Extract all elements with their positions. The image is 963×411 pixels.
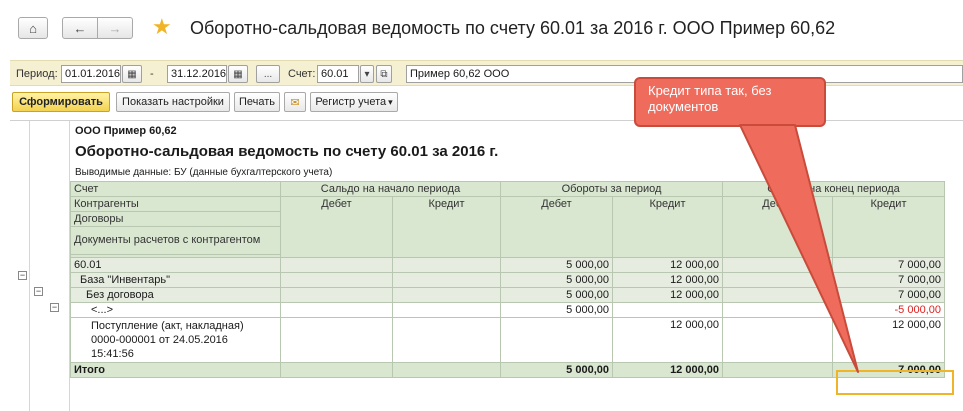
chevron-down-icon: ▾	[364, 68, 370, 80]
row-name: Поступление (акт, накладная) 0000-000001…	[70, 317, 281, 363]
turn-credit-cell: 12 000,00	[612, 287, 723, 303]
table-row[interactable]: Без договора 5 000,00 12 000,00 7 000,00	[70, 287, 945, 303]
close-credit-cell: -5 000,00	[832, 302, 945, 318]
tree-gutter	[10, 121, 70, 411]
turn-credit-cell	[612, 302, 723, 318]
header-account: Счет	[70, 181, 281, 197]
calendar-from-button[interactable]: ▦	[122, 65, 142, 83]
report-organization: ООО Пример 60,62	[75, 125, 177, 137]
close-credit-cell: 7 000,00	[832, 287, 945, 303]
turn-credit-cell: 12 000,00	[612, 272, 723, 288]
report-data-shown: Выводимые данные: БУ (данные бухгалтерск…	[75, 167, 333, 178]
collapse-toggle-icon[interactable]: −	[18, 271, 27, 280]
doc-line: Поступление (акт, накладная)	[91, 320, 244, 332]
period-from-field[interactable]: 01.01.2016	[61, 65, 121, 83]
table-row[interactable]: 60.01 5 000,00 12 000,00 7 000,00	[70, 257, 945, 273]
header-close-credit: Кредит	[832, 196, 945, 258]
back-button[interactable]: ←	[62, 17, 98, 39]
grid-divider	[29, 121, 30, 411]
header-close-debit: Дебет	[722, 196, 833, 258]
report-table: Счет Сальдо на начало периода Обороты за…	[70, 181, 945, 378]
arrow-left-icon: ←	[73, 20, 87, 36]
report-title: Оборотно-сальдовая ведомость по счету 60…	[75, 143, 499, 160]
period-label: Период:	[16, 68, 58, 80]
account-open-button[interactable]: ⧉	[376, 65, 392, 83]
table-row[interactable]: Поступление (акт, накладная) 0000-000001…	[70, 317, 945, 363]
forward-button[interactable]: →	[97, 17, 133, 39]
header-opening: Сальдо на начало периода	[280, 181, 501, 197]
generate-button[interactable]: Сформировать	[12, 92, 110, 112]
header-turn-credit: Кредит	[612, 196, 723, 258]
row-name: 60.01	[70, 257, 281, 273]
header-docs: Документы расчетов с контрагентом	[70, 226, 281, 255]
turn-debit-cell: 5 000,00	[500, 272, 613, 288]
calendar-icon: ▦	[127, 68, 137, 80]
favorite-star-icon[interactable]: ★	[152, 14, 172, 40]
close-credit-cell: 7 000,00	[832, 257, 945, 273]
email-button[interactable]: ✉	[284, 92, 306, 112]
period-dash: -	[150, 68, 154, 80]
print-button[interactable]: Печать	[234, 92, 280, 112]
total-label: Итого	[70, 362, 281, 378]
table-row[interactable]: <...> 5 000,00 -5 000,00	[70, 302, 945, 318]
account-label: Счет:	[288, 68, 316, 80]
table-row[interactable]: База "Инвентарь" 5 000,00 12 000,00 7 00…	[70, 272, 945, 288]
register-button[interactable]: Регистр учета ▾	[310, 92, 398, 112]
turn-debit-cell: 5 000,00	[500, 257, 613, 273]
row-name: База "Инвентарь"	[70, 272, 281, 288]
total-turn-debit: 5 000,00	[500, 362, 613, 378]
register-label: Регистр учета	[315, 96, 387, 108]
account-dropdown-button[interactable]: ▾	[360, 65, 374, 83]
home-icon: ⌂	[29, 20, 37, 36]
show-settings-button[interactable]: Показать настройки	[116, 92, 230, 112]
arrow-right-icon: →	[108, 20, 122, 36]
turn-credit-cell: 12 000,00	[612, 257, 723, 273]
turn-credit-cell: 12 000,00	[612, 317, 723, 363]
collapse-toggle-icon[interactable]: −	[34, 287, 43, 296]
turn-debit-cell	[500, 317, 613, 363]
page-title: Оборотно-сальдовая ведомость по счету 60…	[190, 18, 836, 38]
header-turn-debit: Дебет	[500, 196, 613, 258]
calendar-icon: ▦	[233, 68, 243, 80]
header-turnover: Обороты за период	[500, 181, 723, 197]
total-turn-credit: 12 000,00	[612, 362, 723, 378]
row-name: <...>	[70, 302, 281, 318]
report-area[interactable]: ООО Пример 60,62 Оборотно-сальдовая ведо…	[10, 120, 963, 411]
envelope-icon: ✉	[290, 96, 300, 109]
annotation-callout: Кредит типа так, без документов	[634, 77, 826, 127]
turn-debit-cell: 5 000,00	[500, 287, 613, 303]
period-select-button[interactable]: ...	[256, 65, 280, 83]
turn-debit-cell: 5 000,00	[500, 302, 613, 318]
calendar-to-button[interactable]: ▦	[228, 65, 248, 83]
collapse-toggle-icon[interactable]: −	[50, 303, 59, 312]
header-open-credit: Кредит	[392, 196, 501, 258]
period-to-field[interactable]: 31.12.2016	[167, 65, 227, 83]
total-row[interactable]: Итого 5 000,00 12 000,00 7 000,00	[70, 362, 945, 378]
close-credit-cell: 7 000,00	[832, 272, 945, 288]
header-row: Контрагенты Дебет Кредит Дебет Кредит Де…	[70, 196, 945, 258]
header-counterparty: Контрагенты	[70, 196, 281, 212]
header-contracts: Договоры	[70, 211, 281, 227]
doc-line: 15:41:56	[91, 348, 134, 360]
header-closing: Сальдо на конец периода	[722, 181, 945, 197]
close-credit-cell: 12 000,00	[832, 317, 945, 363]
doc-line: 0000-000001 от 24.05.2016	[91, 334, 228, 346]
home-button[interactable]: ⌂	[18, 17, 48, 39]
account-field[interactable]: 60.01	[317, 65, 359, 83]
header-open-debit: Дебет	[280, 196, 393, 258]
open-icon: ⧉	[380, 68, 388, 80]
row-name: Без договора	[70, 287, 281, 303]
chevron-down-icon: ▾	[388, 96, 393, 107]
annotation-highlight	[836, 370, 954, 395]
header-row: Счет Сальдо на начало периода Обороты за…	[70, 181, 945, 197]
title-bar: ⌂ ← → ★ Оборотно-сальдовая ведомость по …	[0, 0, 963, 58]
